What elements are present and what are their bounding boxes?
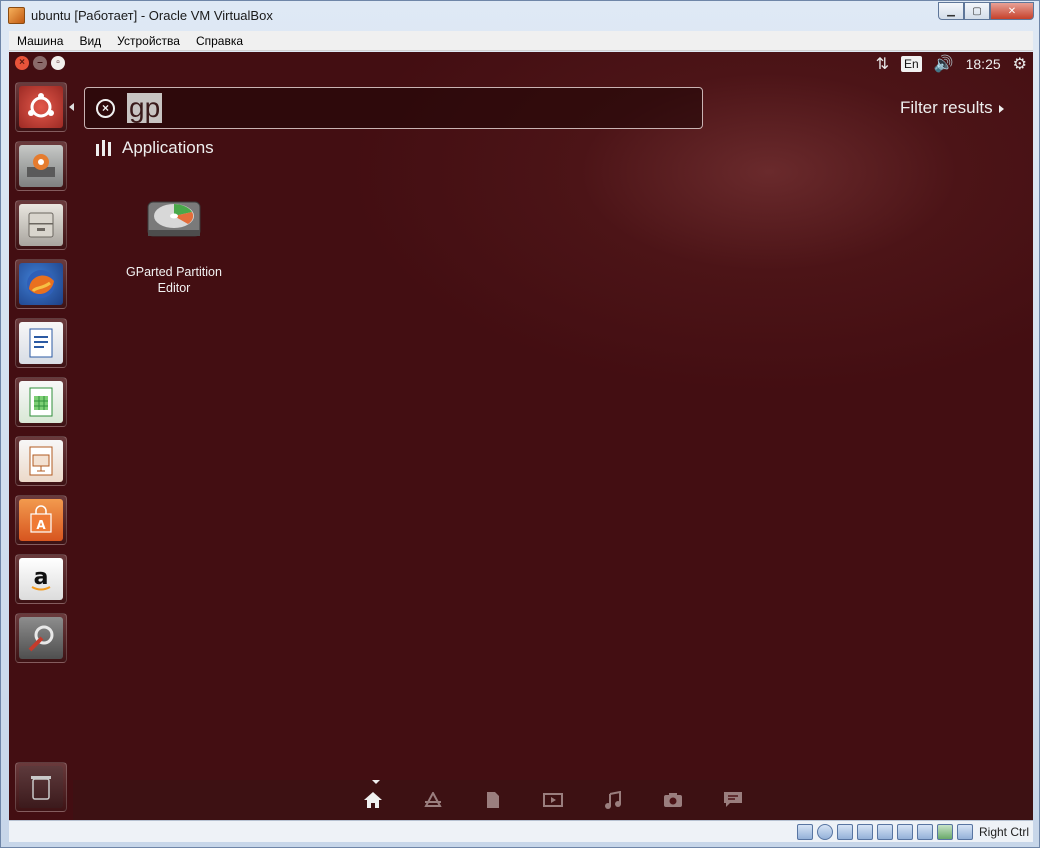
launcher-software-center[interactable]: A (15, 495, 67, 545)
status-bar: Right Ctrl (9, 820, 1033, 842)
launcher-software-updater[interactable] (15, 141, 67, 191)
result-gparted[interactable]: GParted Partition Editor (119, 192, 229, 296)
cpu-virtualization-icon[interactable] (936, 824, 953, 840)
social-icon (723, 791, 743, 814)
file-cabinet-icon (19, 204, 63, 246)
menu-bar: Машина Вид Устройства Справка (9, 31, 1033, 51)
minimize-button[interactable]: ▁ (938, 2, 964, 20)
home-lens-button[interactable] (363, 791, 383, 814)
trash-icon (19, 766, 63, 808)
writer-document-icon (19, 322, 63, 364)
launcher-impress[interactable] (15, 436, 67, 486)
guest-screen[interactable]: × – ▫ ⇅ En 🔊 18:25 ⚙ A a × gp Filter res… (9, 52, 1033, 820)
window-controls: ▁ ▢ ✕ (938, 2, 1034, 20)
status-indicators: Right Ctrl (796, 823, 1029, 841)
svg-text:A: A (36, 518, 46, 532)
menu-view[interactable]: Вид (71, 31, 109, 51)
dash-home-icon (19, 86, 63, 128)
photo-icon (663, 792, 683, 813)
launcher-dash-button[interactable] (15, 82, 67, 132)
launcher: A a (9, 76, 74, 820)
filter-results-button[interactable]: Filter results (900, 98, 1004, 118)
triangle-right-icon (998, 104, 1004, 113)
usb-icon[interactable] (836, 824, 853, 840)
dash-minimize-button[interactable]: – (33, 56, 47, 70)
dash-close-button[interactable]: × (15, 56, 29, 70)
virtualbox-window: ubuntu [Работает] - Oracle VM VirtualBox… (0, 0, 1040, 848)
firefox-icon (19, 263, 63, 305)
launcher-firefox[interactable] (15, 259, 67, 309)
active-lens-indicator (372, 780, 380, 784)
launcher-amazon[interactable]: a (15, 554, 67, 604)
search-input[interactable]: gp (127, 93, 163, 123)
photo-lens-button[interactable] (663, 792, 683, 812)
category-header: Applications (96, 138, 214, 158)
social-lens-button[interactable] (723, 791, 743, 814)
hard-disk-icon[interactable] (796, 824, 813, 840)
menu-machine[interactable]: Машина (9, 31, 71, 51)
lens-bar (73, 780, 1033, 820)
dash-search-box[interactable]: × gp (84, 87, 703, 129)
power-gear-icon[interactable]: ⚙ (1013, 54, 1027, 74)
shopping-bag-icon: A (19, 499, 63, 541)
files-lens-button[interactable] (483, 791, 503, 814)
gparted-disk-icon (144, 192, 204, 242)
applications-icon (423, 790, 443, 813)
host-key-label[interactable]: Right Ctrl (979, 825, 1029, 839)
clock[interactable]: 18:25 (966, 56, 1001, 72)
shared-folders-icon[interactable] (876, 824, 893, 840)
amazon-icon: a (19, 558, 63, 600)
applications-category-icon (96, 140, 111, 156)
menu-help[interactable]: Справка (188, 31, 251, 51)
mouse-integration-icon[interactable] (956, 824, 973, 840)
launcher-files[interactable] (15, 200, 67, 250)
files-icon (486, 791, 500, 814)
music-lens-button[interactable] (603, 790, 623, 814)
category-title: Applications (122, 138, 214, 157)
video-lens-button[interactable] (543, 792, 563, 812)
launcher-calc[interactable] (15, 377, 67, 427)
calc-spreadsheet-icon (19, 381, 63, 423)
music-icon (604, 790, 622, 814)
impress-presentation-icon (19, 440, 63, 482)
wrench-gear-icon (19, 617, 63, 659)
dash-window-controls: × – ▫ (15, 56, 65, 70)
virtualbox-app-icon (8, 7, 25, 24)
volume-icon[interactable]: 🔊 (934, 54, 954, 74)
optical-drive-icon[interactable] (816, 824, 833, 840)
software-updater-icon (19, 145, 63, 187)
maximize-button[interactable]: ▢ (964, 2, 990, 20)
display-icon[interactable] (896, 824, 913, 840)
video-icon (543, 792, 563, 813)
window-title: ubuntu [Работает] - Oracle VM VirtualBox (31, 8, 273, 23)
close-button[interactable]: ✕ (990, 2, 1034, 20)
launcher-trash[interactable] (15, 762, 67, 812)
filter-results-label: Filter results (900, 98, 993, 117)
dash-maximize-button[interactable]: ▫ (51, 56, 65, 70)
clear-search-icon[interactable]: × (96, 99, 115, 118)
keyboard-layout-indicator[interactable]: En (901, 56, 922, 72)
top-panel-indicators: ⇅ En 🔊 18:25 ⚙ (876, 52, 1027, 76)
network-icon[interactable] (856, 824, 873, 840)
applications-lens-button[interactable] (423, 790, 443, 813)
title-bar[interactable]: ubuntu [Работает] - Oracle VM VirtualBox… (1, 1, 1039, 31)
network-updown-icon[interactable]: ⇅ (876, 54, 889, 74)
svg-text:a: a (34, 565, 49, 590)
video-capture-icon[interactable] (916, 824, 933, 840)
result-label: GParted Partition Editor (126, 265, 222, 295)
launcher-active-indicator (69, 103, 74, 111)
launcher-writer[interactable] (15, 318, 67, 368)
menu-devices[interactable]: Устройства (109, 31, 188, 51)
launcher-system-settings[interactable] (15, 613, 67, 663)
home-icon (363, 791, 383, 814)
